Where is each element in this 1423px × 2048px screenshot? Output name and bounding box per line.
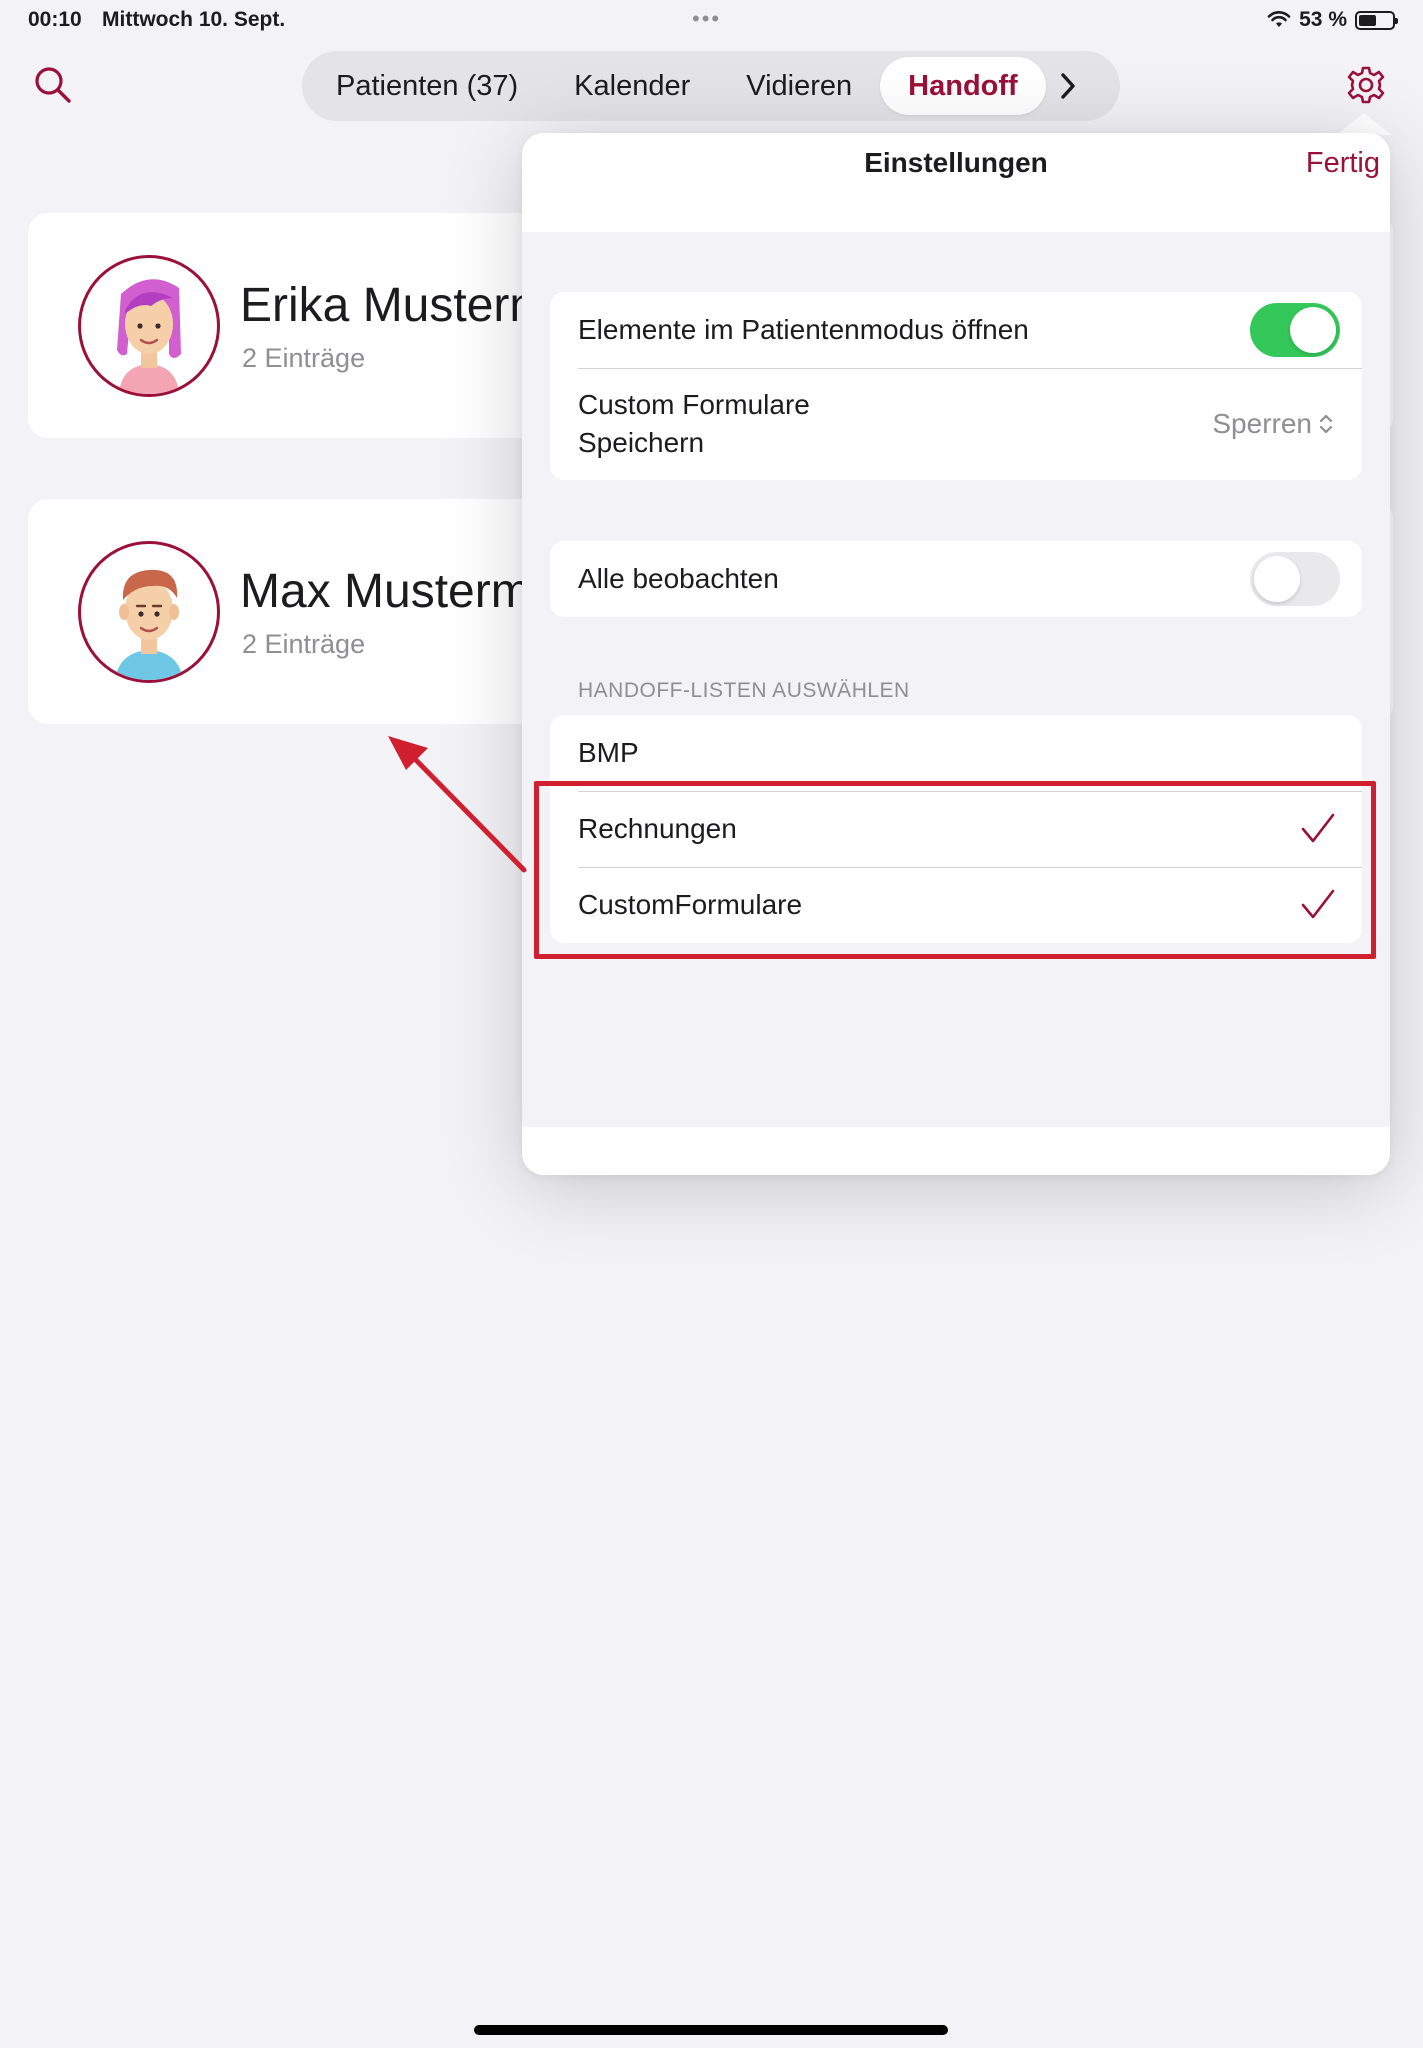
handoff-list-label: Rechnungen	[578, 813, 737, 844]
settings-group-general: Elemente im Patientenmodus öffnen Custom…	[550, 292, 1362, 480]
custom-forms-row[interactable]: Custom Formulare Speichern Sperren	[550, 368, 1362, 480]
patient-mode-row: Elemente im Patientenmodus öffnen	[550, 292, 1362, 368]
toggle-knob	[1290, 307, 1336, 353]
popover-header: Einstellungen Fertig	[522, 133, 1390, 232]
toggle-knob	[1254, 556, 1300, 602]
female-avatar	[78, 255, 220, 397]
tab-vidieren[interactable]: Vidieren	[718, 57, 880, 115]
popover-arrow	[1336, 113, 1392, 135]
observe-all-toggle[interactable]	[1250, 552, 1340, 606]
handoff-list-label: BMP	[578, 737, 639, 768]
tab-label: Kalender	[574, 69, 691, 102]
tab-handoff[interactable]: Handoff	[880, 57, 1046, 115]
custom-forms-label-line2: Speichern	[578, 427, 705, 458]
wifi-icon	[1267, 11, 1291, 27]
multitasking-dots-icon[interactable]: •••	[692, 6, 721, 32]
tab-label: Patienten (37)	[336, 69, 519, 102]
search-button[interactable]	[30, 62, 76, 108]
settings-group-observe: Alle beobachten	[550, 541, 1362, 617]
done-button[interactable]: Fertig	[1306, 147, 1380, 180]
tab-kalender[interactable]: Kalender	[546, 57, 718, 115]
popover-footer	[522, 1127, 1390, 1175]
handoff-section-header: HANDOFF-LISTEN AUSWÄHLEN	[578, 679, 910, 702]
handoff-list-item-rechnungen[interactable]: Rechnungen	[550, 791, 1362, 867]
patient-entry-count: 2 Einträge	[242, 629, 366, 659]
status-time: 00:10	[28, 8, 82, 31]
battery-level	[1359, 14, 1376, 26]
observe-all-label: Alle beobachten	[578, 563, 779, 594]
status-bar: 00:10 Mittwoch 10. Sept. ••• 53 %	[0, 0, 1423, 40]
settings-popover: Einstellungen Fertig Elemente im Patient…	[522, 133, 1390, 1175]
chevron-right-icon	[1060, 73, 1075, 99]
main-tab-bar: Patienten (37) Kalender Vidieren Handoff	[302, 51, 1120, 121]
search-icon	[35, 67, 71, 103]
battery-percent: 53 %	[1299, 8, 1347, 31]
male-avatar	[78, 541, 220, 683]
custom-forms-label-line1: Custom Formulare	[578, 389, 810, 420]
handoff-list-item-customformulare[interactable]: CustomFormulare	[550, 867, 1362, 943]
tab-patienten[interactable]: Patienten (37)	[308, 57, 546, 115]
custom-forms-label: Custom Formulare Speichern	[578, 386, 810, 462]
patient-mode-label: Elemente im Patientenmodus öffnen	[578, 314, 1029, 345]
observe-all-row: Alle beobachten	[550, 541, 1362, 617]
status-indicators: 53 %	[1267, 8, 1398, 32]
tab-label: Handoff	[908, 69, 1018, 102]
custom-forms-picker[interactable]: Sperren	[1212, 405, 1334, 443]
patient-mode-toggle[interactable]	[1250, 303, 1340, 357]
patient-entry-count: 2 Einträge	[242, 343, 366, 373]
chevron-up-down-icon	[1319, 414, 1333, 434]
checkmark-icon	[1301, 813, 1335, 843]
more-tabs-button[interactable]	[1046, 57, 1090, 115]
popover-title: Einstellungen	[864, 147, 1048, 178]
status-date: Mittwoch 10. Sept.	[102, 8, 286, 31]
home-indicator[interactable]	[474, 2025, 948, 2035]
checkmark-icon	[1301, 889, 1335, 919]
settings-button[interactable]	[1340, 62, 1392, 108]
handoff-list-label: CustomFormulare	[578, 889, 803, 920]
battery-icon	[1355, 10, 1398, 30]
gear-icon	[1347, 66, 1385, 104]
custom-forms-value: Sperren	[1212, 408, 1312, 439]
handoff-list-item-bmp[interactable]: BMP	[550, 715, 1362, 791]
patient-name: Erika Mustern	[240, 279, 537, 332]
handoff-lists-group: BMP Rechnungen CustomFormulare	[550, 715, 1362, 943]
patient-name: Max Musterm	[240, 565, 531, 618]
tab-label: Vidieren	[746, 69, 853, 102]
